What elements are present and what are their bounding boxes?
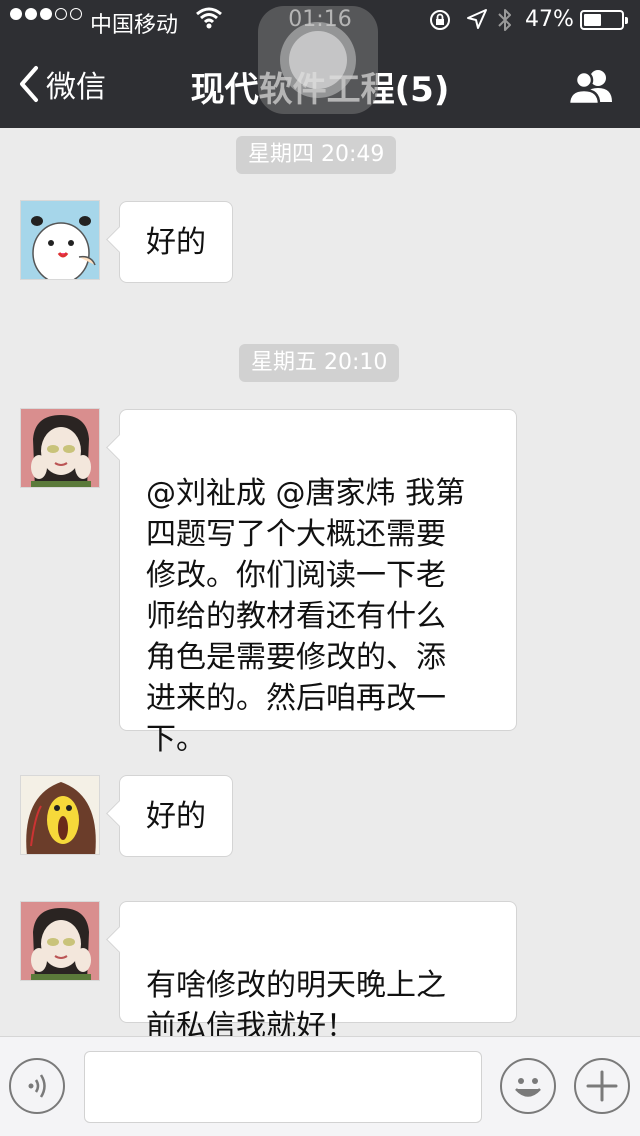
chat-area[interactable]: 星期四 20:49 好的 星期五 20:10 @刘祉成 @唐家炜 我第 四题写了… (0, 128, 640, 1036)
message-bubble[interactable]: @刘祉成 @唐家炜 我第 四题写了个大概还需要 修改。你们阅读一下老 师给的教材… (119, 409, 517, 757)
panda-avatar-image (21, 201, 99, 279)
bluetooth-icon (498, 9, 511, 31)
message-text: @刘祉成 @唐家炜 我第 四题写了个大概还需要 修改。你们阅读一下老 师给的教材… (146, 476, 466, 757)
timestamp: 星期四 20:49 (236, 136, 397, 174)
input-bar (0, 1036, 640, 1136)
timestamp: 星期五 20:10 (239, 344, 400, 382)
message-bubble[interactable]: 好的 (119, 775, 233, 857)
message-text: 好的 (146, 225, 206, 260)
voice-button[interactable] (9, 1058, 65, 1114)
avatar[interactable] (20, 408, 100, 488)
avatar[interactable] (20, 200, 100, 280)
battery-fill (584, 14, 601, 26)
voice-icon (28, 1074, 46, 1098)
location-icon (467, 9, 487, 29)
emoji-button[interactable] (500, 1058, 556, 1114)
avatar[interactable] (20, 775, 100, 855)
plus-icon (586, 1070, 618, 1102)
battery-percent: 47% (525, 7, 574, 32)
more-options-button[interactable] (574, 1058, 630, 1114)
girl-avatar-image (21, 902, 99, 980)
group-members-icon (567, 70, 612, 106)
avatar[interactable] (20, 901, 100, 981)
emoji-icon (515, 1078, 541, 1097)
assistive-touch-button[interactable] (258, 6, 378, 114)
girl-avatar-image (21, 409, 99, 487)
message-text: 有啥修改的明天晚上之 前私信我就好！ (146, 968, 446, 1036)
message-bubble[interactable]: 有啥修改的明天晚上之 前私信我就好！ (119, 901, 517, 1036)
group-info-button[interactable] (566, 66, 618, 106)
rotation-lock-icon (430, 10, 450, 30)
battery-icon (580, 10, 628, 30)
message-input[interactable] (84, 1051, 482, 1123)
message-bubble[interactable]: 好的 (119, 201, 233, 283)
message-text: 好的 (146, 799, 206, 834)
cartoon-avatar-image (21, 776, 99, 854)
